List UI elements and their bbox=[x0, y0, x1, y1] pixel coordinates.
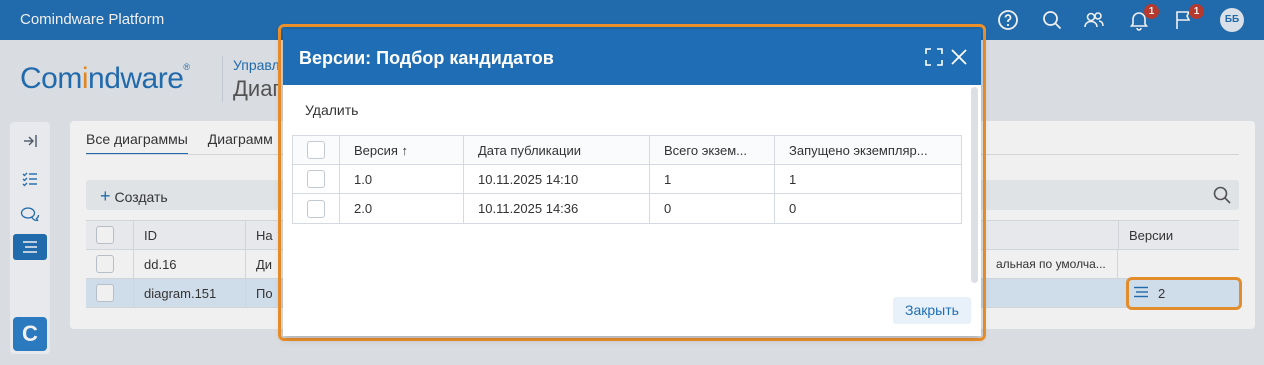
cell-version: 2.0 bbox=[340, 194, 464, 223]
cell-version: 1.0 bbox=[340, 165, 464, 193]
table-row[interactable]: 1.0 10.11.2025 14:10 1 1 bbox=[293, 165, 961, 194]
cell-running: 1 bbox=[789, 171, 797, 187]
column-header-version[interactable]: Версия ↑ bbox=[340, 136, 464, 164]
close-button[interactable]: Закрыть bbox=[893, 297, 971, 324]
dialog-title: Версии: Подбор кандидатов bbox=[299, 48, 554, 68]
row-checkbox[interactable] bbox=[307, 170, 325, 188]
row-checkbox[interactable] bbox=[307, 199, 325, 218]
column-header-total[interactable]: Всего экзем... bbox=[650, 136, 775, 164]
cell-total: 1 bbox=[650, 165, 775, 193]
close-icon[interactable] bbox=[950, 48, 968, 66]
cell-total: 0 bbox=[650, 194, 775, 223]
versions-header-row: Версия ↑ Дата публикации Всего экзем... … bbox=[293, 136, 961, 165]
dialog-header: Версии: Подбор кандидатов bbox=[283, 29, 981, 85]
scrollbar[interactable] bbox=[971, 87, 978, 283]
column-header-running[interactable]: Запущено экземпляр... bbox=[775, 136, 961, 164]
versions-table: Версия ↑ Дата публикации Всего экзем... … bbox=[292, 135, 962, 224]
cell-publish-date: 10.11.2025 14:36 bbox=[464, 194, 650, 223]
cell-publish-date: 10.11.2025 14:10 bbox=[464, 165, 650, 193]
select-all-checkbox[interactable] bbox=[307, 141, 325, 159]
maximize-icon[interactable] bbox=[925, 48, 943, 66]
column-header-publish-date[interactable]: Дата публикации bbox=[464, 136, 650, 164]
table-row[interactable]: 2.0 10.11.2025 14:36 0 0 bbox=[293, 194, 961, 223]
cell-running: 0 bbox=[789, 201, 797, 216]
versions-dialog: Версии: Подбор кандидатов Удалить Версия… bbox=[283, 29, 981, 336]
delete-button[interactable]: Удалить bbox=[305, 102, 358, 118]
